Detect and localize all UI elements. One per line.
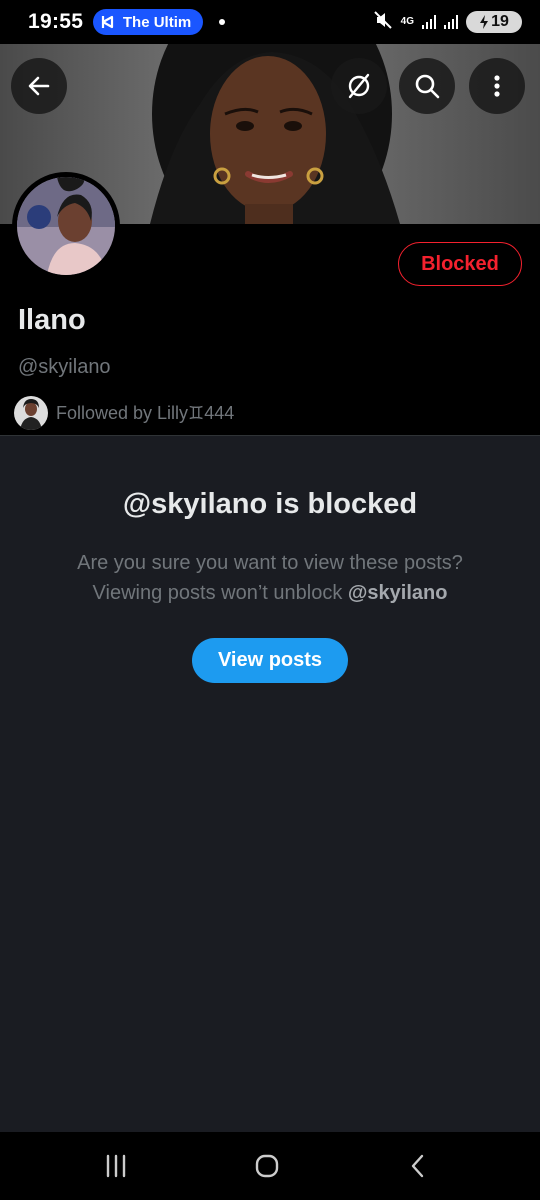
follower-avatar-photo xyxy=(14,396,48,430)
search-button[interactable] xyxy=(399,58,455,114)
status-icons: 4G 19 xyxy=(373,10,522,35)
system-back-button[interactable] xyxy=(398,1150,438,1182)
more-vertical-icon xyxy=(494,75,500,97)
notification-pill[interactable]: The Ultim xyxy=(93,9,204,35)
mute-icon xyxy=(373,10,393,35)
view-posts-button[interactable]: View posts xyxy=(192,638,348,683)
blocked-description-handle: @skyilano xyxy=(347,582,448,604)
blocked-title: @skyilano is blocked xyxy=(122,488,418,520)
blocked-description-line2: Viewing posts won’t unblock @skyilano xyxy=(40,578,500,608)
blocked-description-prefix: Viewing posts won’t unblock xyxy=(92,582,348,604)
battery-level: 19 xyxy=(491,13,509,30)
avatar-photo xyxy=(17,177,115,275)
followed-by-row[interactable]: Followed by Lilly♊444 xyxy=(14,396,234,430)
blocked-button[interactable]: Blocked xyxy=(398,242,522,286)
blocked-description-line1: Are you sure you want to view these post… xyxy=(77,552,463,574)
more-options-button[interactable] xyxy=(469,58,525,114)
system-nav-bar xyxy=(0,1132,540,1200)
back-button[interactable] xyxy=(11,58,67,114)
network-type-label: 4G xyxy=(400,16,414,27)
signal-strength-icon-2 xyxy=(444,15,458,29)
profile-avatar[interactable] xyxy=(12,172,120,280)
app-logo-icon xyxy=(99,13,117,31)
status-bar: 19:55 The Ultim 4G 19 xyxy=(0,0,540,44)
profile-handle: @skyilano xyxy=(18,356,111,378)
signal-strength-icon xyxy=(422,15,436,29)
notification-pill-text: The Ultim xyxy=(122,13,192,31)
blocked-notice: @skyilano is blocked Are you sure you wa… xyxy=(0,436,540,1132)
profile-name: Ilano xyxy=(18,304,86,336)
battery-indicator: 19 xyxy=(466,11,522,33)
slashed-circle-icon xyxy=(348,73,370,99)
search-icon xyxy=(415,74,440,99)
recent-apps-button[interactable] xyxy=(96,1150,136,1182)
charging-icon xyxy=(480,15,489,29)
avatar xyxy=(17,177,115,275)
profile-section: Blocked Ilano @skyilano Followed by Lill… xyxy=(0,172,540,436)
followed-by-text: Followed by Lilly♊444 xyxy=(56,402,235,423)
recent-apps-icon xyxy=(106,1154,126,1178)
arrow-left-icon xyxy=(28,76,50,96)
chevron-left-icon xyxy=(411,1154,424,1178)
blocked-description: Are you sure you want to view these post… xyxy=(40,548,500,608)
status-time: 19:55 xyxy=(28,10,84,33)
grok-button[interactable] xyxy=(331,58,387,114)
home-icon xyxy=(255,1154,279,1178)
notification-dot-icon xyxy=(219,19,226,25)
home-button[interactable] xyxy=(247,1150,287,1182)
follower-avatar xyxy=(14,396,48,430)
